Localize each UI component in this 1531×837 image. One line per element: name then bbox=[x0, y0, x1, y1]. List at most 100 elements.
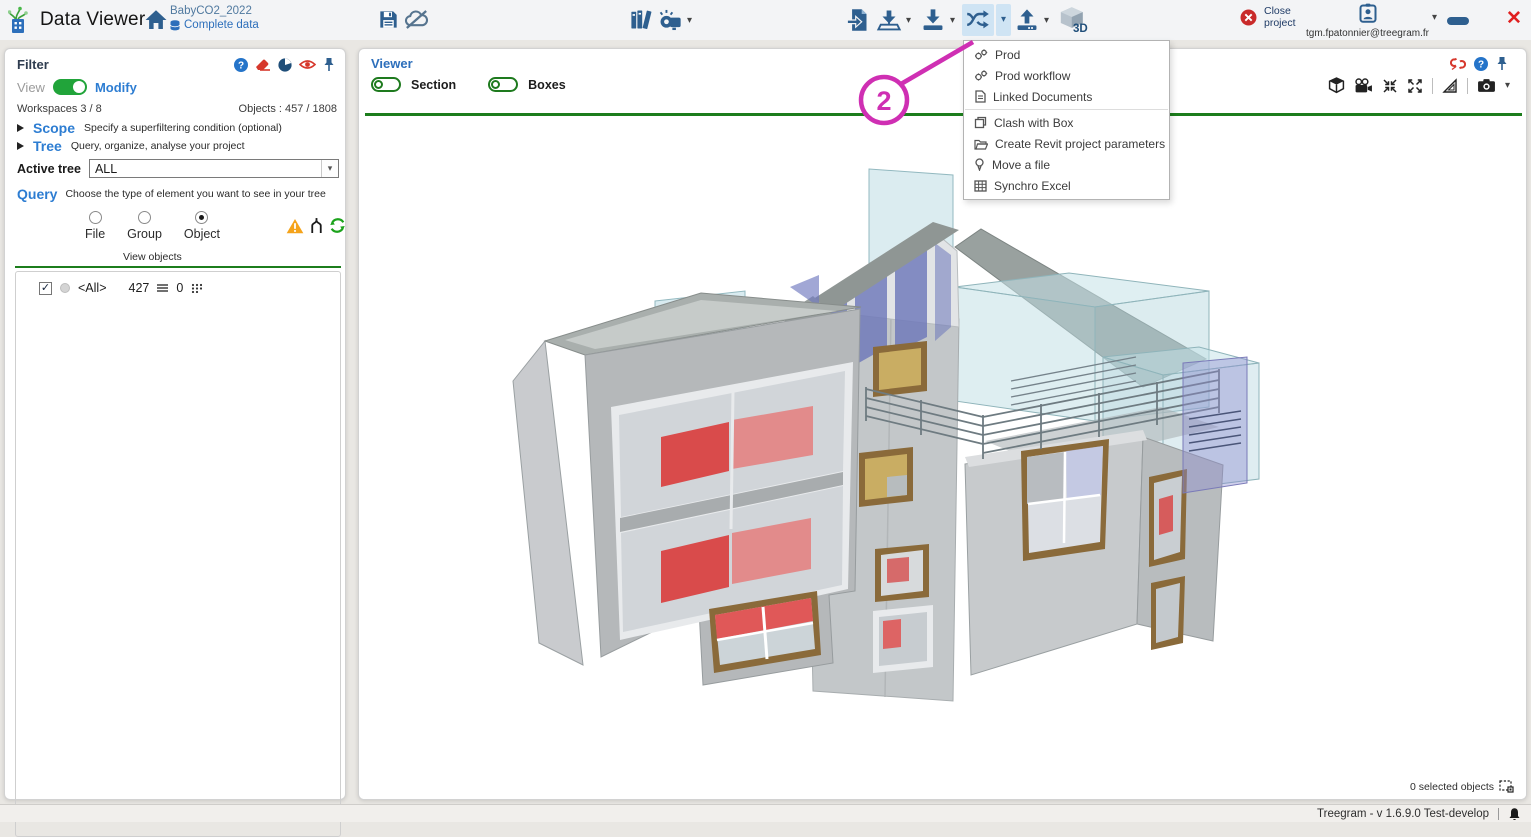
window-close-button[interactable]: ✕ bbox=[1506, 9, 1522, 28]
active-tree-select[interactable]: ALL ▾ bbox=[89, 159, 339, 178]
projector-icon bbox=[657, 8, 683, 32]
objects-count: Objects : 457 / 1808 bbox=[239, 103, 337, 115]
help-icon[interactable]: ? bbox=[1474, 57, 1488, 71]
pin-icon[interactable] bbox=[323, 57, 335, 72]
warning-icon bbox=[286, 218, 304, 234]
active-tree-value: ALL bbox=[90, 162, 321, 176]
user-menu-caret[interactable]: ▾ bbox=[1432, 13, 1437, 23]
svg-text:3D: 3D bbox=[1073, 23, 1088, 34]
list-dots-icon bbox=[191, 283, 202, 293]
shuffle-icon bbox=[966, 9, 990, 31]
menu-item-clash-with-box[interactable]: Clash with Box bbox=[964, 112, 1169, 133]
camera-path-icon[interactable] bbox=[1354, 78, 1373, 94]
section-toggle[interactable] bbox=[371, 77, 401, 92]
tree-row[interactable]: ✓ <All> 427 0 bbox=[16, 272, 340, 295]
menu-item-move-a-file[interactable]: Move a file bbox=[964, 154, 1169, 175]
user-badge-icon bbox=[1359, 3, 1377, 23]
menu-item-synchro-excel[interactable]: Synchro Excel bbox=[964, 175, 1169, 196]
menu-separator bbox=[965, 109, 1168, 110]
presentation-button[interactable] bbox=[657, 8, 683, 32]
viewer-panel-title: Viewer bbox=[371, 56, 413, 71]
tree-section-label[interactable]: Tree bbox=[33, 138, 62, 154]
viewer-3d-canvas[interactable] bbox=[361, 119, 1526, 799]
close-project-label: Close project bbox=[1264, 6, 1306, 29]
tools-dropdown-menu: Prod Prod workflow Linked Documents Clas… bbox=[963, 40, 1170, 200]
view-mode-label: View bbox=[17, 80, 45, 95]
close-project-button[interactable]: Close project bbox=[1240, 6, 1306, 29]
download-dropdown-caret[interactable]: ▾ bbox=[950, 16, 955, 26]
selection-box-icon[interactable] bbox=[1499, 780, 1514, 793]
screenshot-camera-icon[interactable] bbox=[1477, 78, 1496, 93]
radio-file[interactable]: File bbox=[85, 211, 105, 241]
menu-item-create-revit-parameters[interactable]: Create Revit project parameters bbox=[964, 133, 1169, 154]
measure-icon[interactable] bbox=[1442, 78, 1458, 94]
export-stand-dropdown-caret[interactable]: ▾ bbox=[906, 16, 911, 26]
view-3d-button[interactable]: 3D bbox=[1058, 6, 1088, 34]
cloud-slash-icon bbox=[404, 9, 429, 30]
tree-row-checkbox[interactable]: ✓ bbox=[39, 282, 52, 295]
tree-branch-icon[interactable] bbox=[308, 217, 325, 234]
menu-item-prod[interactable]: Prod bbox=[964, 44, 1169, 65]
tools-shuffle-dropdown-caret[interactable]: ▾ bbox=[996, 4, 1011, 36]
scope-section-label[interactable]: Scope bbox=[33, 120, 75, 136]
eye-icon[interactable] bbox=[299, 58, 316, 71]
tree-expander-icon[interactable] bbox=[17, 142, 24, 150]
download-button[interactable] bbox=[920, 8, 946, 32]
section-toggle-label: Section bbox=[411, 78, 456, 92]
home-button[interactable] bbox=[144, 8, 168, 32]
screenshot-dropdown-caret[interactable]: ▾ bbox=[1505, 81, 1510, 91]
lightbulb-icon bbox=[974, 158, 985, 171]
boxes-toggle[interactable] bbox=[488, 77, 518, 92]
menu-item-prod-workflow[interactable]: Prod workflow bbox=[964, 65, 1169, 86]
presentation-dropdown-caret[interactable]: ▾ bbox=[687, 16, 692, 26]
export-to-stand-button[interactable] bbox=[876, 8, 902, 32]
unlink-icon[interactable] bbox=[1450, 56, 1466, 71]
database-icon bbox=[170, 20, 180, 31]
eraser-icon[interactable] bbox=[255, 58, 271, 71]
tree-row-visible-count: 427 bbox=[129, 281, 150, 295]
window-minimize-button[interactable] bbox=[1447, 17, 1469, 25]
tree-hint: Query, organize, analyse your project bbox=[71, 140, 245, 152]
folder-icon bbox=[974, 138, 988, 150]
library-books-icon bbox=[629, 8, 653, 31]
radio-object[interactable]: Object bbox=[184, 211, 220, 241]
upload-button[interactable] bbox=[1014, 8, 1040, 32]
radio-group[interactable]: Group bbox=[127, 211, 162, 241]
modify-mode-label: Modify bbox=[95, 80, 137, 95]
project-data-label: Complete data bbox=[184, 18, 259, 32]
collapse-view-icon[interactable] bbox=[1382, 78, 1398, 94]
view-modify-toggle[interactable] bbox=[53, 79, 87, 95]
home-icon bbox=[144, 8, 168, 32]
expand-view-icon[interactable] bbox=[1407, 78, 1423, 94]
selected-objects-count: 0 selected objects bbox=[1410, 781, 1494, 793]
help-icon[interactable]: ? bbox=[234, 58, 248, 72]
notifications-bell-icon[interactable] bbox=[1508, 807, 1521, 821]
tools-shuffle-button[interactable] bbox=[962, 4, 994, 36]
user-account-menu[interactable]: tgm.fpatonnier@treegram.fr bbox=[1305, 3, 1430, 39]
query-hint: Choose the type of element you want to s… bbox=[65, 188, 325, 200]
table-grid-icon bbox=[974, 180, 987, 192]
tree-list: ✓ <All> 427 0 bbox=[15, 271, 341, 837]
library-button[interactable] bbox=[629, 8, 653, 31]
cloud-offline-button[interactable] bbox=[404, 9, 429, 30]
active-tree-label: Active tree bbox=[17, 162, 81, 176]
menu-item-linked-documents[interactable]: Linked Documents bbox=[964, 86, 1169, 107]
import-file-button[interactable] bbox=[846, 8, 869, 32]
toolbar-divider bbox=[1467, 78, 1468, 94]
model-cube-icon[interactable] bbox=[1328, 77, 1345, 94]
scope-hint: Specify a superfiltering condition (opti… bbox=[84, 122, 282, 134]
upload-tray-icon bbox=[1014, 8, 1040, 32]
refresh-icon[interactable] bbox=[329, 217, 346, 234]
select-chevron-icon: ▾ bbox=[321, 160, 338, 177]
boxes-toggle-label: Boxes bbox=[528, 78, 566, 92]
tree-row-label: <All> bbox=[78, 281, 107, 295]
version-text: Treegram - v 1.6.9.0 Test-develop bbox=[1317, 808, 1489, 820]
pie-chart-icon[interactable] bbox=[278, 58, 292, 72]
project-info[interactable]: BabyCO2_2022 Complete data bbox=[170, 5, 259, 32]
save-button[interactable] bbox=[378, 9, 399, 30]
application-window: Data Viewer BabyCO2_2022 Complete data ▾ bbox=[0, 0, 1531, 822]
upload-dropdown-caret[interactable]: ▾ bbox=[1044, 16, 1049, 26]
top-toolbar: Data Viewer BabyCO2_2022 Complete data ▾ bbox=[0, 0, 1531, 40]
pin-icon[interactable] bbox=[1496, 56, 1508, 71]
scope-expander-icon[interactable] bbox=[17, 124, 24, 132]
